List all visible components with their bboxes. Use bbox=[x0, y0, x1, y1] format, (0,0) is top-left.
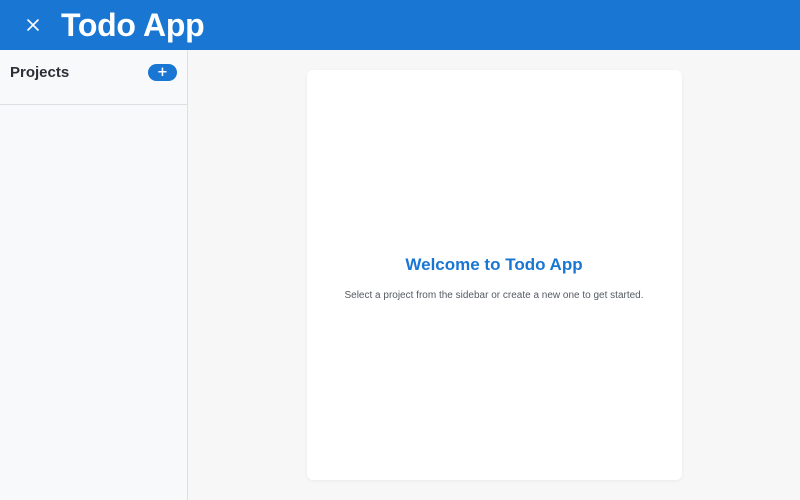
sidebar-title: Projects bbox=[10, 64, 70, 81]
sidebar: Projects + bbox=[0, 50, 188, 500]
close-button[interactable] bbox=[18, 10, 48, 40]
sidebar-header: Projects + bbox=[0, 50, 187, 105]
app-title: Todo App bbox=[61, 7, 205, 43]
app-root: Todo App Projects + Welcome to Todo App … bbox=[0, 0, 800, 500]
content-area: Projects + Welcome to Todo App Select a … bbox=[0, 50, 800, 500]
welcome-card: Welcome to Todo App Select a project fro… bbox=[306, 70, 682, 480]
main-panel: Welcome to Todo App Select a project fro… bbox=[188, 50, 800, 500]
project-list bbox=[0, 105, 187, 500]
welcome-text: Select a project from the sidebar or cre… bbox=[344, 290, 644, 301]
add-project-button[interactable]: + bbox=[148, 64, 177, 81]
top-bar: Todo App bbox=[0, 0, 800, 50]
welcome-title: Welcome to Todo App bbox=[405, 255, 583, 274]
close-icon bbox=[27, 19, 39, 31]
